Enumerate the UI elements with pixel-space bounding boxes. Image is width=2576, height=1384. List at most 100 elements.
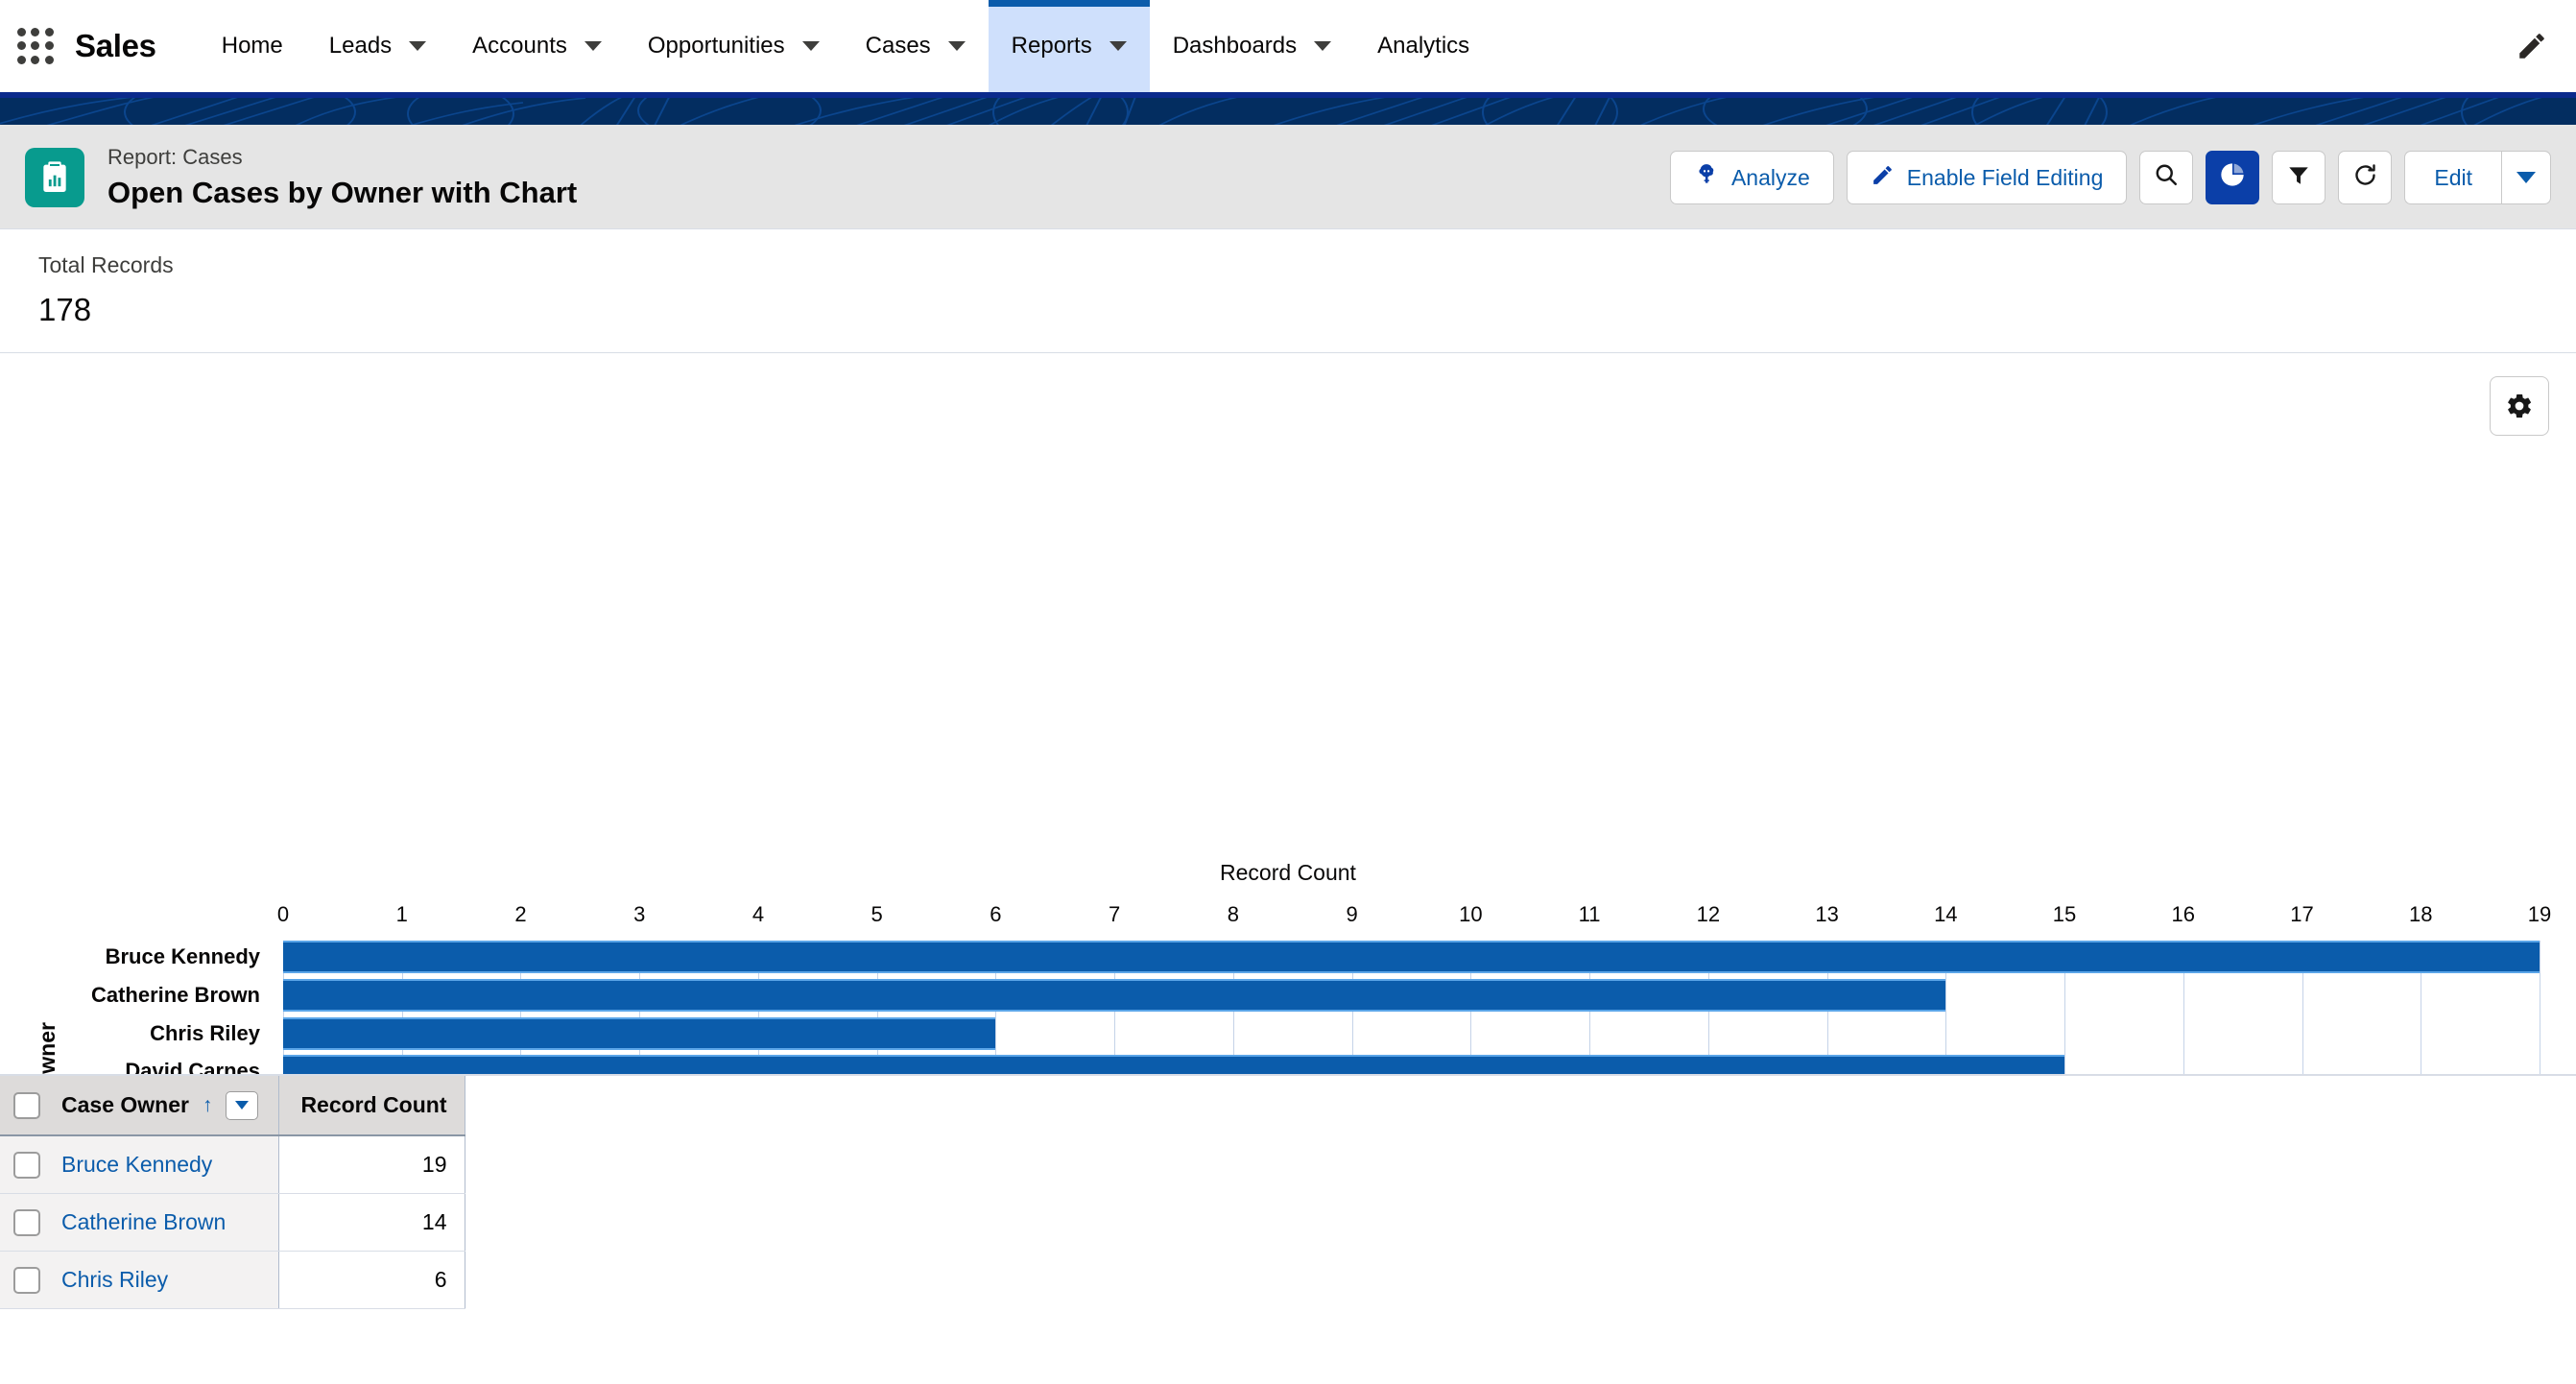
row-select-cell [0, 1251, 44, 1309]
nav-item-label: Accounts [472, 33, 567, 59]
row-checkbox[interactable] [13, 1208, 40, 1236]
chart-x-tick-label: 10 [1459, 902, 1483, 927]
report-clipboard-chart-icon [25, 148, 84, 208]
report-data-table: Case Owner ↑ Record Count Bruce Kennedy … [0, 1076, 465, 1309]
chart-plot-area [283, 941, 2540, 1075]
search-button[interactable] [2139, 151, 2194, 205]
edit-menu-button[interactable] [2501, 151, 2551, 205]
column-header-case-owner[interactable]: Case Owner ↑ [44, 1076, 279, 1137]
chart-x-tick-label: 19 [2527, 902, 2552, 927]
pencil-icon[interactable] [2513, 27, 2551, 65]
einstein-icon [1694, 162, 1719, 193]
nav-item-leads[interactable]: Leads [306, 0, 449, 92]
cell-record-count: 6 [278, 1251, 465, 1309]
chart-bar-row [283, 978, 2540, 1012]
chart-bar[interactable] [283, 941, 2540, 974]
chart-x-tick-label: 16 [2171, 902, 2196, 927]
chart-y-tick-label: Chris Riley [150, 1020, 260, 1045]
nav-item-label: Leads [328, 33, 393, 59]
nav-item-opportunities[interactable]: Opportunities [625, 0, 843, 92]
chart-x-tick-label: 1 [395, 902, 408, 927]
column-header-label: Record Count [300, 1092, 447, 1118]
table-row[interactable]: Catherine Brown 14 [0, 1193, 465, 1252]
table-row[interactable]: Bruce Kennedy 19 [0, 1135, 465, 1194]
nav-item-label: Home [221, 33, 283, 59]
chart-x-tick-label: 8 [1227, 902, 1240, 927]
chart-toggle-button[interactable] [2206, 151, 2260, 205]
report-header: Report: Cases Open Cases by Owner with C… [0, 125, 2576, 230]
nav-item-home[interactable]: Home [199, 0, 306, 92]
chart-y-tick-label: David Carnes [125, 1059, 260, 1077]
page-title: Open Cases by Owner with Chart [107, 175, 578, 209]
nav-item-analytics[interactable]: Analytics [1354, 0, 1492, 92]
column-menu-button[interactable] [226, 1090, 259, 1120]
row-select-cell [0, 1193, 44, 1252]
case-owner-link[interactable]: Catherine Brown [61, 1209, 226, 1234]
gear-icon[interactable] [2490, 376, 2549, 437]
chart-y-axis-title: Case Owner [35, 1022, 60, 1074]
table-header-row: Case Owner ↑ Record Count [0, 1076, 465, 1137]
select-all-checkbox[interactable] [13, 1092, 40, 1120]
chart-x-tick-label: 12 [1696, 902, 1721, 927]
chart-bar-row [283, 1016, 2540, 1050]
nav-item-list: Home Leads Accounts Opportunities Cases … [199, 0, 1492, 92]
nav-item-cases[interactable]: Cases [843, 0, 989, 92]
chart-x-tick-label: 5 [871, 902, 883, 927]
chevron-down-icon [801, 41, 820, 51]
refresh-button[interactable] [2338, 151, 2393, 205]
filter-button[interactable] [2272, 151, 2326, 205]
chart-title: Record Count [1220, 860, 1356, 886]
pencil-icon [1871, 163, 1895, 193]
cell-record-count: 19 [278, 1135, 465, 1194]
nav-item-accounts[interactable]: Accounts [449, 0, 625, 92]
report-type-label: Report: Cases [107, 145, 243, 169]
chevron-down-icon [1314, 41, 1332, 51]
chart-bar[interactable] [283, 1055, 2065, 1075]
edit-button[interactable]: Edit [2404, 151, 2501, 205]
app-name-label[interactable]: Sales [75, 28, 156, 64]
app-launcher-icon[interactable] [13, 24, 58, 68]
row-select-cell [0, 1135, 44, 1194]
row-checkbox[interactable] [13, 1266, 40, 1294]
chart-bar-row [283, 1055, 2540, 1075]
select-all-header-cell [0, 1076, 44, 1137]
chart-x-tick-label: 3 [633, 902, 646, 927]
chart-panel: Record Count Case Owner 0123456789101112… [0, 353, 2576, 1077]
chart-x-tick-label: 15 [2052, 902, 2077, 927]
chevron-down-icon [1109, 41, 1127, 51]
total-records-value: 178 [38, 291, 92, 327]
chart-x-tick-label: 18 [2409, 902, 2433, 927]
bar-chart: Record Count Case Owner 0123456789101112… [0, 353, 2576, 1077]
pie-chart-icon [2219, 161, 2246, 194]
table-header: Case Owner ↑ Record Count [0, 1076, 465, 1137]
chart-x-tick-label: 7 [1109, 902, 1121, 927]
chart-x-tick-label: 6 [990, 902, 1002, 927]
enable-field-editing-button[interactable]: Enable Field Editing [1846, 151, 2128, 205]
chevron-down-icon [947, 41, 966, 51]
nav-item-dashboards[interactable]: Dashboards [1150, 0, 1354, 92]
table-row[interactable]: Chris Riley 6 [0, 1251, 465, 1309]
edit-split-button: Edit [2404, 151, 2551, 205]
column-header-label: Case Owner [61, 1092, 189, 1118]
chart-x-tick-label: 0 [276, 902, 290, 927]
chart-y-tick-label: Bruce Kennedy [105, 944, 260, 969]
analyze-button[interactable]: Analyze [1669, 151, 1834, 205]
row-checkbox[interactable] [13, 1151, 40, 1179]
chart-y-tick-label: Catherine Brown [90, 982, 260, 1007]
arrow-up-icon[interactable]: ↑ [203, 1094, 213, 1117]
chart-x-tick-label: 2 [514, 902, 527, 927]
column-header-record-count[interactable]: Record Count [278, 1076, 465, 1137]
chevron-down-icon [235, 1101, 250, 1110]
case-owner-link[interactable]: Chris Riley [61, 1267, 168, 1292]
report-title-block: Report: Cases Open Cases by Owner with C… [107, 144, 577, 211]
nav-item-label: Dashboards [1172, 33, 1298, 59]
nav-item-label: Cases [865, 33, 931, 59]
chart-bar[interactable] [283, 978, 1946, 1012]
report-data-table-wrapper: Case Owner ↑ Record Count Bruce Kennedy … [0, 1076, 2576, 1365]
nav-item-label: Opportunities [647, 33, 785, 59]
nav-item-reports[interactable]: Reports [988, 0, 1150, 92]
case-owner-link[interactable]: Bruce Kennedy [61, 1152, 212, 1177]
chart-x-tick-label: 11 [1578, 902, 1601, 927]
chart-bar[interactable] [283, 1016, 996, 1050]
chart-x-tick-label: 17 [2290, 902, 2314, 927]
